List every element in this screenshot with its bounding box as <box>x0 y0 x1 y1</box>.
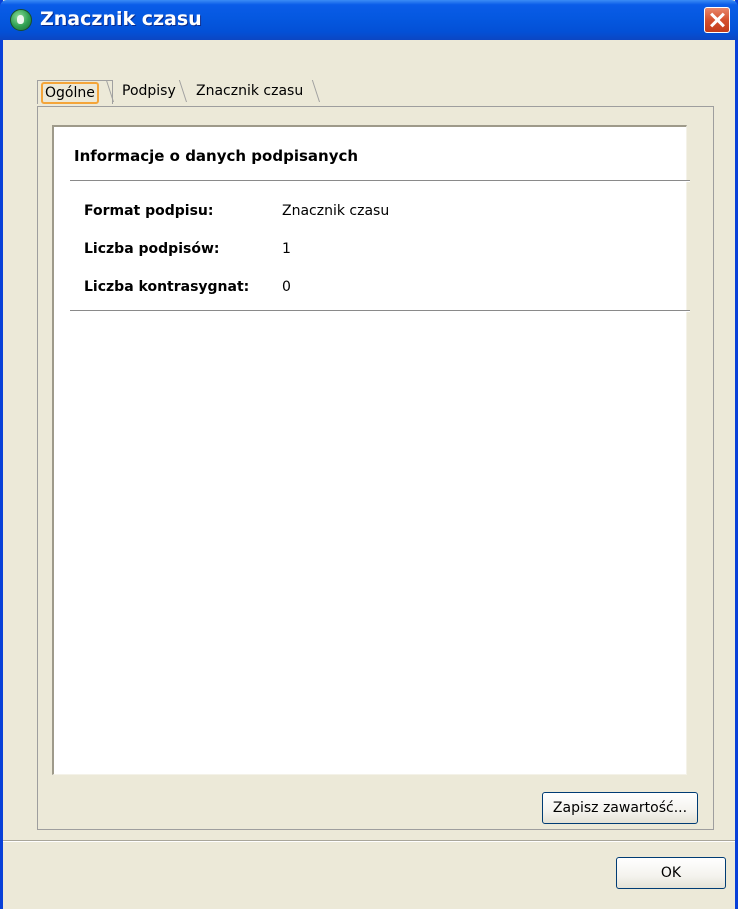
row-value: Znacznik czasu <box>282 203 390 219</box>
tab-divider <box>311 80 328 102</box>
row-value: 1 <box>282 241 291 257</box>
window-title: Znacznik czasu <box>40 8 202 30</box>
row-value: 0 <box>282 279 291 295</box>
tab-podpisy[interactable]: Podpisy <box>105 80 176 104</box>
tab-panel-ogolne: Informacje o danych podpisanych Format p… <box>37 106 714 830</box>
footer-divider <box>3 840 735 842</box>
row-label: Liczba podpisów: <box>84 241 220 257</box>
row-label: Liczba kontrasygnat: <box>84 279 250 295</box>
dialog-window: Znacznik czasu Ogólne Podpisy Znacznik c… <box>0 0 738 909</box>
app-globe-icon <box>10 9 32 31</box>
tab-ogolne[interactable]: Ogólne <box>37 80 113 104</box>
tab-znacznik-czasu-label: Znacznik czasu <box>196 83 304 99</box>
section-title: Informacje o danych podpisanych <box>74 147 359 165</box>
divider-top <box>70 180 690 182</box>
tab-znacznik-czasu[interactable]: Znacznik czasu <box>178 80 328 104</box>
divider-bottom <box>70 310 690 312</box>
tab-ogolne-label: Ogólne <box>41 82 99 104</box>
save-content-button[interactable]: Zapisz zawartość... <box>542 792 698 824</box>
close-button[interactable] <box>704 7 730 33</box>
title-bar[interactable]: Znacznik czasu <box>0 0 738 40</box>
row-label: Format podpisu: <box>84 203 214 219</box>
tab-podpisy-label: Podpisy <box>122 83 176 99</box>
info-content-area: Informacje o danych podpisanych Format p… <box>52 125 690 775</box>
ok-button[interactable]: OK <box>616 857 726 889</box>
